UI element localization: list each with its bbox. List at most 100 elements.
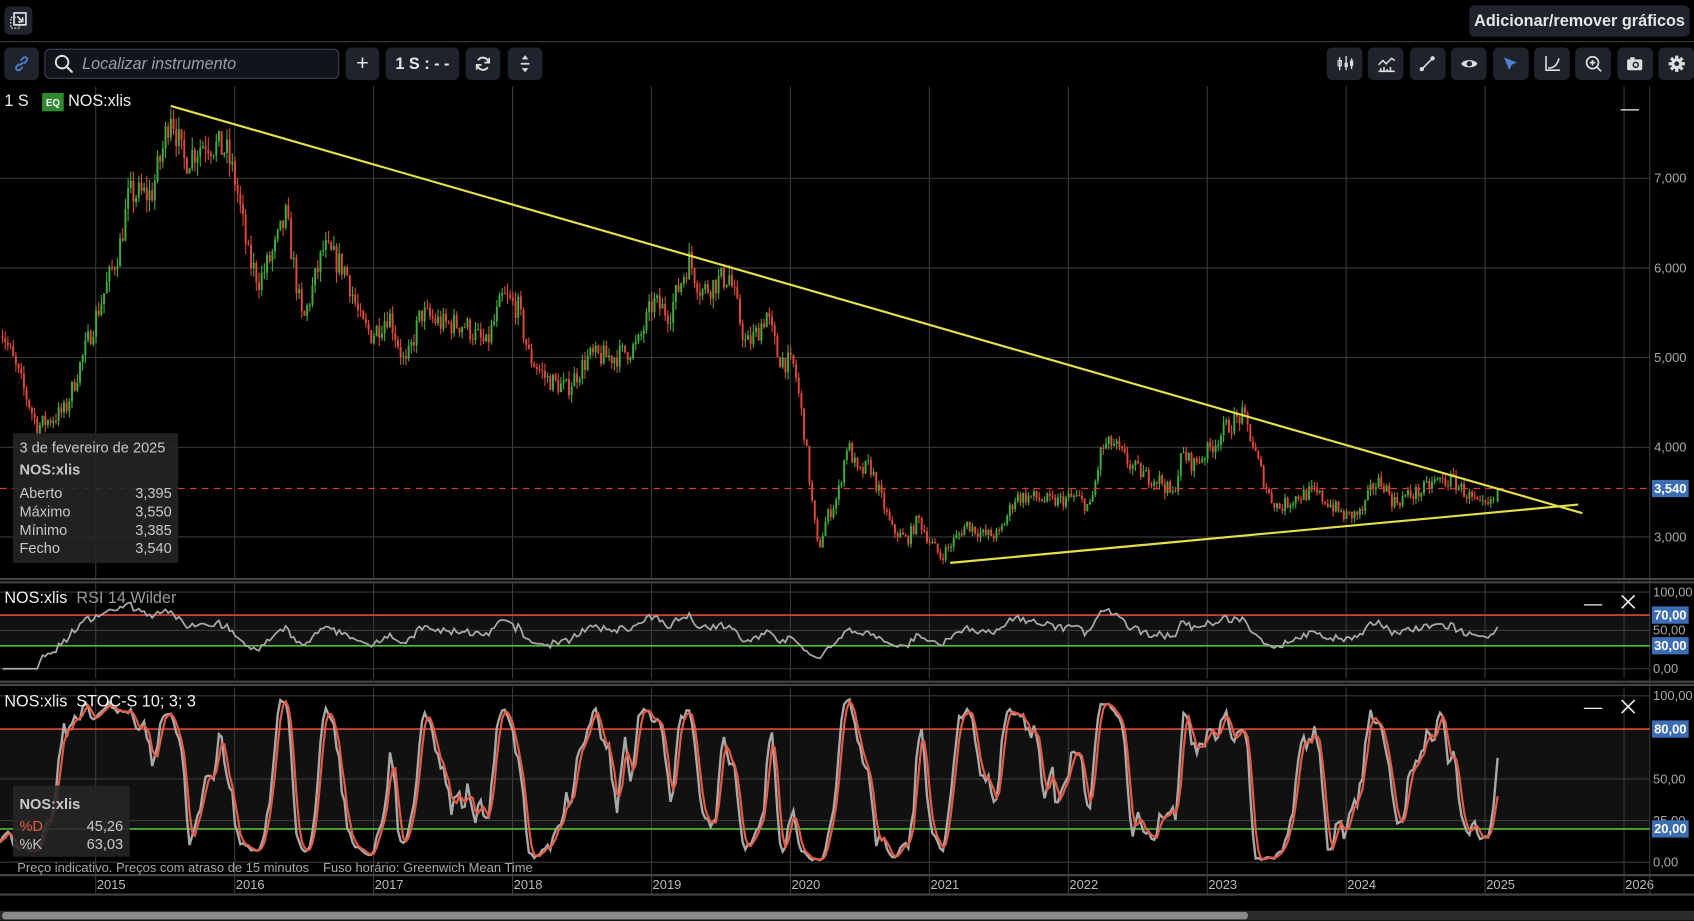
candle-down — [22, 373, 25, 389]
candle-up — [701, 289, 704, 296]
candle-down — [624, 345, 627, 353]
stoch-d-row: %D 45,26 — [19, 817, 123, 835]
candle-down — [354, 294, 357, 304]
candle-up — [143, 187, 146, 191]
candle-down — [1380, 477, 1383, 486]
candle-up — [1302, 489, 1305, 500]
candle-down — [1316, 487, 1319, 493]
candle-down — [1126, 452, 1129, 465]
trendline-support — [950, 503, 1579, 564]
candle-up — [877, 484, 880, 491]
candle-up — [1481, 500, 1484, 502]
candle-down — [768, 312, 771, 317]
candle-down — [923, 530, 926, 532]
candle-down — [132, 180, 135, 203]
candle-down — [856, 457, 859, 467]
candle-down — [896, 533, 899, 538]
candle-up — [388, 313, 391, 328]
candle-up — [1158, 475, 1161, 484]
candle-up — [632, 344, 635, 358]
candle-up — [602, 345, 605, 364]
candle-down — [335, 246, 338, 273]
candle-down — [530, 348, 533, 364]
candle-down — [533, 363, 536, 368]
candle-down — [1190, 453, 1193, 472]
minimize-main-button[interactable]: — — [1621, 99, 1639, 117]
candle-up — [642, 330, 645, 335]
candle-down — [1123, 448, 1126, 453]
candle-up — [995, 529, 998, 539]
info-instrument: NOS:xlis — [19, 461, 81, 478]
candle-down — [234, 161, 236, 185]
candle-down — [1083, 498, 1086, 511]
candle-down — [482, 337, 485, 342]
candle-down — [1281, 508, 1284, 512]
candle-up — [129, 180, 132, 189]
candle-up — [68, 401, 71, 411]
candle-up — [744, 339, 747, 341]
candle-up — [279, 220, 282, 230]
price-chart[interactable]: 2014201520162017201820192020202120222023… — [0, 0, 1694, 921]
candle-up — [498, 295, 501, 307]
candle-down — [28, 399, 31, 408]
candle-up — [1067, 493, 1070, 498]
horizontal-scrollbar[interactable] — [0, 910, 1694, 921]
candle-up — [231, 161, 234, 165]
candle-down — [666, 315, 669, 324]
candle-up — [324, 240, 327, 251]
candle-up — [1115, 441, 1118, 444]
candle-up — [1059, 496, 1062, 498]
x-axis-tick-label: 2024 — [1347, 877, 1376, 892]
candle-down — [346, 267, 349, 276]
candle-down — [4, 338, 7, 343]
candle-down — [1484, 500, 1487, 502]
close-stoch-button[interactable] — [1621, 699, 1636, 717]
candle-up — [629, 357, 632, 360]
candle-up — [648, 301, 651, 313]
candle-down — [469, 319, 472, 340]
candle-up — [41, 415, 44, 426]
candle-up — [338, 253, 341, 273]
candle-up — [1393, 497, 1396, 507]
candle-up — [653, 298, 656, 313]
stoch-k-row: %K 63,03 — [19, 835, 123, 853]
candle-down — [290, 218, 293, 260]
scrollbar-thumb[interactable] — [2, 911, 1248, 920]
candle-down — [236, 184, 239, 194]
candle-down — [690, 251, 693, 269]
candle-up — [864, 460, 867, 474]
candle-down — [797, 377, 800, 394]
candle-down — [204, 146, 207, 150]
candle-down — [1473, 496, 1476, 498]
candle-down — [968, 521, 971, 532]
candle-down — [340, 253, 343, 275]
minimize-rsi-button[interactable]: — — [1584, 594, 1602, 612]
candle-up — [298, 289, 301, 294]
candle-up — [1064, 497, 1067, 507]
candle-up — [656, 295, 659, 299]
candle-down — [885, 509, 888, 512]
close-rsi-button[interactable] — [1621, 594, 1636, 612]
candle-down — [947, 547, 950, 549]
stoch-axis-label: 0,00 — [1653, 854, 1678, 869]
candle-up — [1457, 486, 1460, 490]
candle-down — [549, 375, 552, 390]
minimize-stoch-button[interactable]: — — [1584, 698, 1602, 716]
candle-up — [787, 352, 790, 373]
candle-up — [1406, 490, 1409, 496]
candle-down — [1155, 481, 1158, 484]
candle-down — [1350, 511, 1353, 519]
value: 3,550 — [135, 503, 172, 520]
candle-down — [1198, 461, 1201, 463]
candle-up — [453, 315, 456, 334]
candle-up — [824, 521, 827, 536]
candle-down — [605, 345, 608, 358]
candle-up — [308, 304, 311, 306]
candle-down — [525, 338, 528, 346]
instrument-label[interactable]: NOS:xlis — [68, 92, 131, 110]
candle-down — [1270, 492, 1273, 504]
candle-down — [1110, 436, 1113, 446]
candle-down — [386, 321, 389, 328]
candle-up — [474, 329, 477, 340]
candle-down — [1465, 496, 1468, 499]
